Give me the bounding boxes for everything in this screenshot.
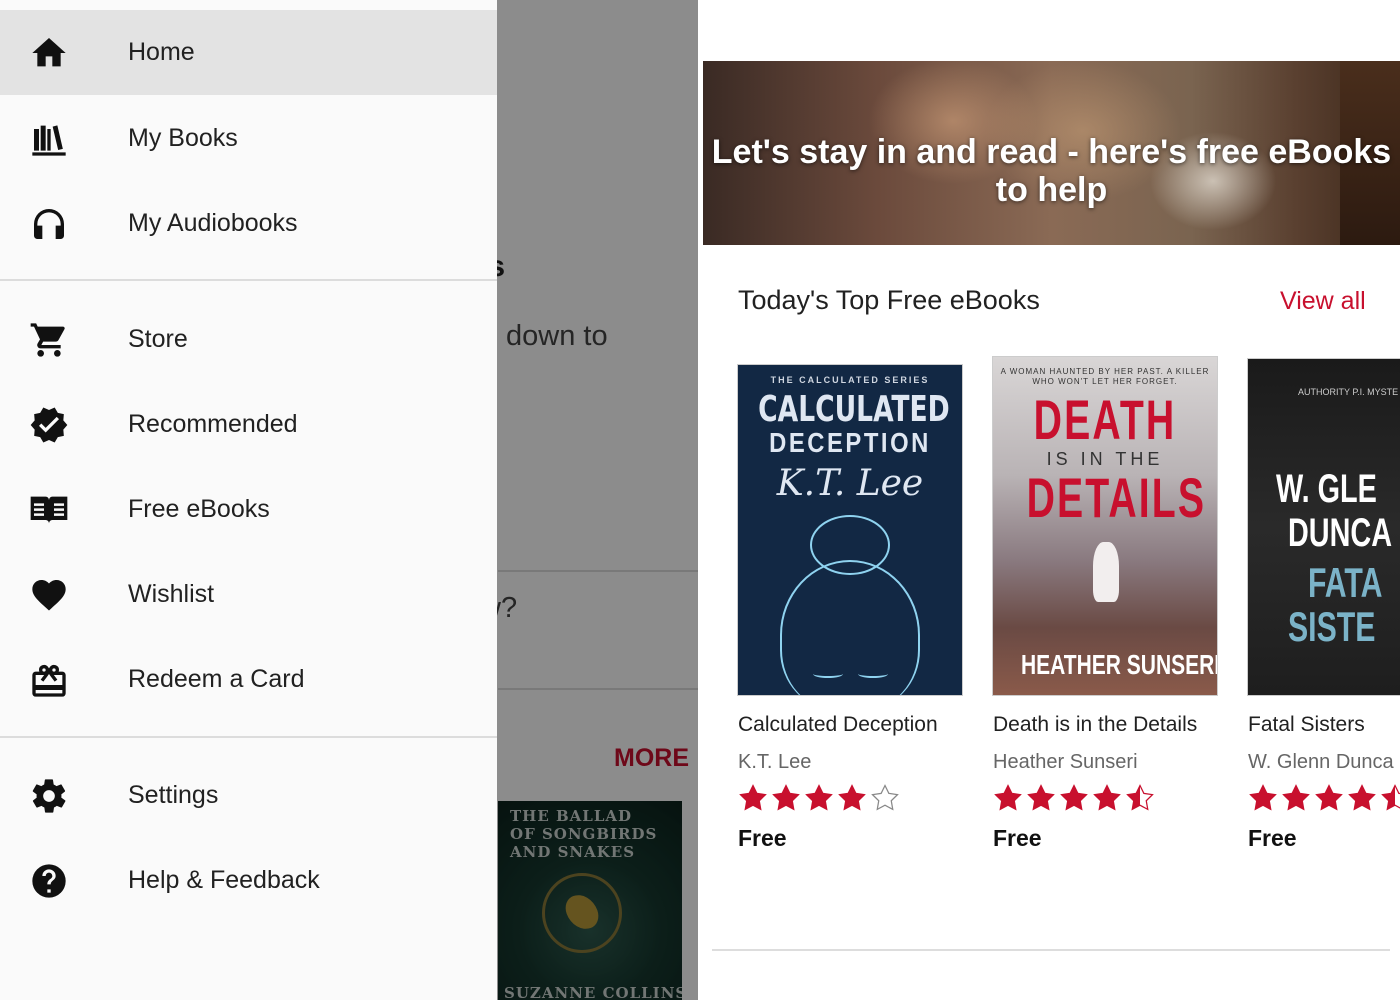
promo-banner[interactable]: Let's stay in and read - here's free eBo… [703,61,1400,245]
book-author: Heather Sunseri [993,751,1138,773]
drawer-item-redeem-card[interactable]: Redeem a Card [0,637,497,722]
star-full-icon [772,784,800,811]
drawer-divider [0,736,497,738]
banner-headline: Let's stay in and read - here's free eBo… [711,133,1392,209]
book-author: W. Glenn Dunca [1248,751,1394,773]
cover-series: THE CALCULATED SERIES [770,375,930,385]
book-author: K.T. Lee [738,751,812,773]
star-full-icon [1249,784,1277,811]
drawer-item-my-audiobooks[interactable]: My Audiobooks [0,181,497,266]
star-full-icon [1315,784,1343,811]
drawer-item-label: Help & Feedback [128,866,320,894]
cover-title-line: SISTE [1288,603,1376,650]
cover-title-line: W. GLE [1276,467,1377,511]
drawer-item-label: Wishlist [128,580,215,608]
cover-title-line: DETAILS [1026,466,1207,529]
star-full-icon [1027,784,1055,811]
right-screen: Let's stay in and read - here's free eBo… [698,0,1400,1000]
heart-icon [28,574,70,616]
cover-author: HEATHER SUNSERI [1021,649,1217,680]
cart-icon [28,319,70,361]
gear-icon [28,775,70,817]
view-all-link[interactable]: View all [1280,287,1366,316]
navigation-drawer: Home My Books My Audiobooks Store Recomm… [0,0,497,1000]
drawer-item-home[interactable]: Home [0,10,497,95]
book-price: Free [993,825,1042,851]
star-full-icon [1282,784,1310,811]
left-screen: ns down to w? MORE THE BALLAD OF SONGBIR… [0,0,698,1000]
headphones-icon [28,203,70,245]
cover-illustration [780,560,920,695]
star-half-icon [1381,784,1400,811]
drawer-item-recommended[interactable]: Recommended [0,382,497,467]
cover-title-line: DUNCA [1288,511,1392,555]
verified-badge-icon [28,404,70,446]
book-cover-wrap: AUTHORITY P.I. MYSTE W. GLE DUNCA FATA S… [1248,355,1400,695]
section-title: Today's Top Free eBooks [738,285,1040,315]
drawer-item-label: My Audiobooks [128,209,298,237]
drawer-item-label: My Books [128,124,238,152]
help-icon [28,860,70,902]
book-price: Free [1248,825,1297,851]
star-full-icon [1348,784,1376,811]
star-full-icon [1093,784,1121,811]
drawer-item-settings[interactable]: Settings [0,753,497,838]
star-full-icon [805,784,833,811]
drawer-item-wishlist[interactable]: Wishlist [0,552,497,637]
star-half-icon [1126,784,1154,811]
cover-title-line: DEATH [1033,388,1177,451]
drawer-item-store[interactable]: Store [0,297,497,382]
drawer-item-my-books[interactable]: My Books [0,96,497,181]
book-cover-wrap: A WOMAN HAUNTED BY HER PAST. A KILLER WH… [993,355,1217,695]
section-divider [712,949,1390,951]
book-cover-wrap: THE CALCULATED SERIES CALCULATED DECEPTI… [738,355,962,695]
star-full-icon [1060,784,1088,811]
cover-author: K.T. Lee [776,463,924,504]
book-title: Death is in the Details [993,713,1198,736]
open-book-icon [28,489,70,531]
star-rating [993,783,1155,815]
star-rating [1248,783,1400,815]
cover-tagline: AUTHORITY P.I. MYSTE [1298,387,1399,397]
drawer-item-label: Settings [128,781,219,809]
book-title: Fatal Sisters [1248,713,1365,736]
drawer-divider [0,279,497,281]
cover-illustration [858,670,888,678]
cover-title-line: CALCULATED [758,389,950,430]
gift-card-icon [28,659,70,701]
book-cover[interactable]: A WOMAN HAUNTED BY HER PAST. A KILLER WH… [993,357,1217,695]
drawer-item-label: Recommended [128,410,298,438]
drawer-item-label: Home [128,38,195,66]
cover-tagline: A WOMAN HAUNTED BY HER PAST. A KILLER WH… [1000,367,1210,386]
cover-title-line: FATA [1308,559,1383,606]
book-cover[interactable]: AUTHORITY P.I. MYSTE W. GLE DUNCA FATA S… [1248,359,1400,695]
book-title: Calculated Deception [738,713,938,736]
drawer-item-label: Store [128,325,188,353]
star-rating [738,783,900,815]
drawer-item-help-feedback[interactable]: Help & Feedback [0,838,497,923]
star-full-icon [994,784,1022,811]
star-full-icon [739,784,767,811]
library-icon [28,118,70,160]
book-cover[interactable]: THE CALCULATED SERIES CALCULATED DECEPTI… [738,365,962,695]
drawer-item-label: Redeem a Card [128,665,305,693]
cover-title-line: DECEPTION [769,427,931,458]
book-price: Free [738,825,787,851]
cover-illustration [813,670,843,678]
star-full-icon [838,784,866,811]
drawer-item-free-ebooks[interactable]: Free eBooks [0,467,497,552]
cover-illustration [1093,542,1119,602]
star-empty-icon [871,784,899,811]
drawer-item-label: Free eBooks [128,495,270,523]
home-icon [28,32,70,74]
